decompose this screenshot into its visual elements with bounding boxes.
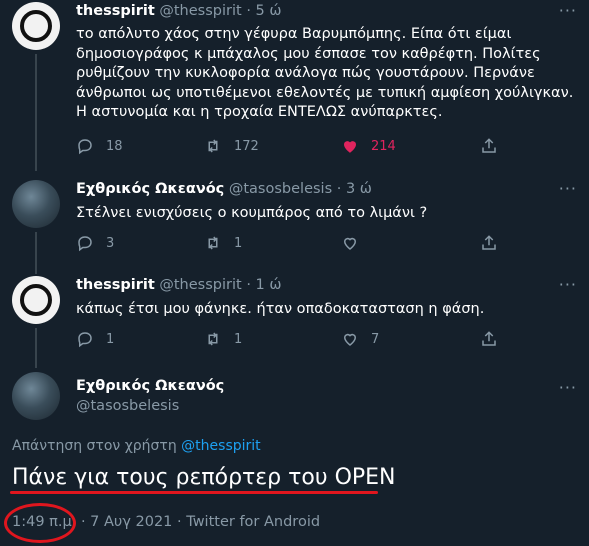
retweet-count: 172 [234, 138, 259, 154]
user-handle[interactable]: @thesspirit [159, 277, 241, 293]
like-button[interactable] [341, 234, 371, 252]
tweet-time[interactable]: · 5 ώ [246, 3, 281, 19]
avatar-tasosbelesis[interactable] [12, 180, 60, 228]
user-handle[interactable]: @thesspirit [159, 3, 241, 19]
share-button[interactable] [480, 234, 498, 252]
reply-count: 18 [106, 138, 123, 154]
reply-button[interactable]: 1 [76, 330, 114, 348]
reply-count: 3 [106, 235, 115, 251]
tweet-2[interactable]: Εχθρικός Ωκεανός @tasosbelesis · 3 ώ ···… [0, 172, 589, 274]
share-icon [482, 235, 496, 250]
tweet-3[interactable]: thesspirit @thesspirit · 1 ώ ··· κάπως έ… [0, 266, 589, 368]
display-name[interactable]: Εχθρικός Ωκεανός [76, 181, 224, 197]
heart-icon [343, 333, 357, 346]
reply-button[interactable]: 18 [76, 137, 123, 155]
user-handle[interactable]: @tasosbelesis [229, 181, 332, 197]
reply-count: 1 [106, 331, 115, 347]
tweet-thread: thesspirit @thesspirit · 5 ώ ··· το απόλ… [0, 0, 589, 546]
share-button[interactable] [480, 330, 498, 348]
more-options-icon[interactable]: ··· [559, 1, 577, 20]
avatar-tasosbelesis[interactable] [12, 372, 60, 420]
tweet-time[interactable]: · 3 ώ [337, 181, 372, 197]
retweet-icon [208, 332, 218, 346]
more-options-icon[interactable]: ··· [559, 179, 577, 198]
tweet-date-source[interactable]: · 7 Αυγ 2021 · Twitter for Android [76, 514, 320, 530]
avatar-thesspirit[interactable] [12, 276, 60, 324]
like-count: 7 [371, 331, 380, 347]
tweet-header: Εχθρικός Ωκεανός @tasosbelesis · 3 ώ [76, 181, 372, 197]
thread-line [35, 54, 37, 171]
retweet-icon [208, 139, 218, 153]
share-icon [482, 331, 496, 346]
heart-icon [343, 237, 357, 250]
tweet-header: thesspirit @thesspirit · 5 ώ [76, 3, 282, 19]
retweet-button[interactable]: 172 [204, 137, 259, 155]
reply-prefix: Απάντηση στον χρήστη [12, 438, 177, 454]
main-display-name[interactable]: Εχθρικός Ωκεανός [76, 378, 224, 394]
more-options-icon[interactable]: ··· [559, 378, 577, 397]
retweet-button[interactable]: 1 [204, 234, 242, 252]
tweet-text: το απόλυτο χάος στην γέφυρα Βαρυμπόμπης.… [76, 26, 574, 120]
display-name[interactable]: thesspirit [76, 277, 155, 293]
like-button[interactable]: 7 [341, 330, 379, 348]
share-icon [482, 138, 496, 153]
heart-filled-icon [344, 141, 356, 153]
more-options-icon[interactable]: ··· [559, 275, 577, 294]
tweet-text: Στέλνει ενισχύσεις ο κουμπάρος από το λι… [76, 205, 428, 221]
retweet-button[interactable]: 1 [204, 330, 242, 348]
like-button[interactable]: 214 [341, 137, 396, 155]
reply-icon [78, 236, 92, 252]
like-count: 214 [371, 138, 396, 154]
reply-icon [78, 139, 92, 155]
display-name[interactable]: thesspirit [76, 3, 155, 19]
tweet-text: κάπως έτσι μου φάνηκε. ήταν οπαδοκαταστα… [76, 301, 485, 317]
red-underline-annotation [10, 491, 378, 494]
retweet-count: 1 [234, 235, 243, 251]
retweet-count: 1 [234, 331, 243, 347]
reply-icon [78, 332, 92, 348]
retweet-icon [208, 236, 218, 250]
reply-button[interactable]: 3 [76, 234, 114, 252]
reply-user-link[interactable]: @thesspirit [181, 438, 260, 454]
thread-line [35, 328, 37, 368]
reply-context: Απάντηση στον χρήστη @thesspirit [12, 438, 261, 454]
main-user-handle[interactable]: @tasosbelesis [76, 398, 179, 414]
tweet-1[interactable]: thesspirit @thesspirit · 5 ώ ··· το απόλ… [0, 0, 589, 171]
avatar-thesspirit[interactable] [12, 2, 60, 50]
tweet-header: thesspirit @thesspirit · 1 ώ [76, 277, 282, 293]
red-circle-annotation [4, 503, 76, 543]
tweet-time[interactable]: · 1 ώ [246, 277, 281, 293]
main-tweet-text: Πάνε για τους ρεπόρτερ του OPEN [12, 465, 396, 490]
share-button[interactable] [480, 137, 498, 155]
